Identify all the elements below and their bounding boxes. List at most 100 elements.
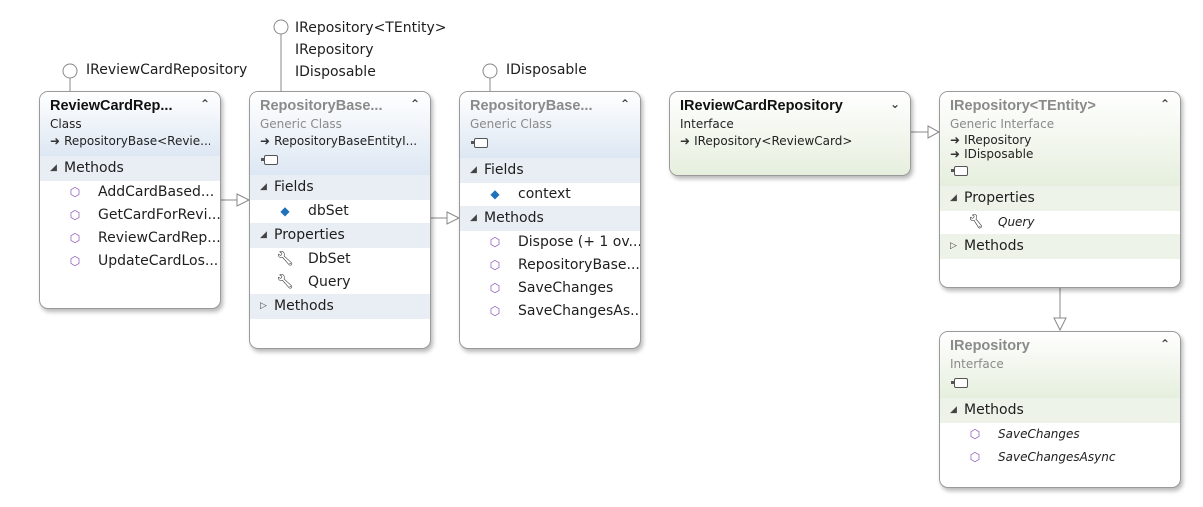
- field-item[interactable]: ◆ dbSet: [250, 200, 430, 223]
- section-methods[interactable]: ▷ Methods: [250, 294, 430, 319]
- method-item[interactable]: ⬡ SaveChanges: [460, 277, 640, 300]
- method-cube-icon: ⬡: [489, 258, 501, 272]
- section-methods[interactable]: ▷ Methods: [940, 234, 1180, 259]
- property-item[interactable]: 🔧︎ Query: [940, 211, 1180, 234]
- lollipop-label-idisposable: IDisposable: [295, 64, 376, 80]
- method-item[interactable]: ⬡ ReviewCardRep...: [40, 227, 220, 250]
- member-text: SaveChangesAs...: [518, 303, 640, 319]
- class-kind: Generic Class: [470, 117, 552, 131]
- double-chevron-up-icon[interactable]: ⌃: [408, 97, 422, 111]
- member-text: RepositoryBase...: [518, 257, 640, 273]
- inherit-arrow-icon: ➜: [680, 134, 691, 148]
- method-cube-icon: ⬡: [969, 427, 981, 441]
- triangle-down-icon: ◢: [470, 213, 477, 223]
- section-methods[interactable]: ◢ Methods: [40, 156, 220, 181]
- section-label: Properties: [964, 190, 1035, 206]
- member-text: SaveChangesAsync: [998, 450, 1116, 464]
- section-methods[interactable]: ◢ Methods: [940, 398, 1180, 423]
- interface-inherits: ➜ IRepository<ReviewCard>: [680, 133, 900, 150]
- section-label: Methods: [64, 160, 124, 176]
- member-text: Dispose (+ 1 ov...: [518, 234, 640, 250]
- double-chevron-up-icon[interactable]: ⌃: [1158, 337, 1172, 351]
- section-label: Methods: [964, 238, 1024, 254]
- method-item[interactable]: ⬡ SaveChanges: [940, 423, 1180, 446]
- method-item[interactable]: ⬡ RepositoryBase...: [460, 254, 640, 277]
- property-item[interactable]: 🔧︎ Query: [250, 271, 430, 294]
- method-cube-icon: ⬡: [69, 208, 81, 222]
- member-text: dbSet: [308, 203, 349, 219]
- member-text: SaveChanges: [518, 280, 614, 296]
- inherit-text: IRepository: [964, 133, 1032, 147]
- method-cube-icon: ⬡: [69, 254, 81, 268]
- section-label: Fields: [274, 179, 314, 195]
- method-cube-icon: ⬡: [489, 304, 501, 318]
- interface-box-irepository-tentity[interactable]: IRepository<TEntity> Generic Interface ➜…: [939, 91, 1181, 288]
- wrench-icon: 🔧︎: [276, 274, 294, 290]
- triangle-right-icon: ▷: [950, 241, 957, 251]
- class-box-repositorybase-entity[interactable]: RepositoryBase... Generic Class ➜ Reposit…: [249, 91, 431, 349]
- interface-kind: Interface: [680, 117, 734, 131]
- class-header: RepositoryBase... Generic Class ⌃: [460, 92, 640, 158]
- property-item[interactable]: 🔧︎ DbSet: [250, 248, 430, 271]
- class-inherits: ➜ RepositoryBase<Revie...: [50, 133, 210, 150]
- triangle-right-icon: ▷: [260, 301, 267, 311]
- member-text: SaveChanges: [998, 427, 1080, 441]
- class-kind: Class: [50, 117, 82, 131]
- lollipop-label-irepository: IRepository: [295, 42, 374, 58]
- method-item[interactable]: ⬡ Dispose (+ 1 ov...: [460, 231, 640, 254]
- generic-marker-icon: [260, 150, 420, 169]
- member-text: context: [518, 186, 571, 202]
- field-item[interactable]: ◆ context: [460, 183, 640, 206]
- inherit-text: RepositoryBase<Revie...: [64, 134, 210, 148]
- member-text: DbSet: [308, 251, 351, 267]
- class-inherits: ➜ RepositoryBaseEntityI...: [260, 133, 420, 150]
- interface-title: IRepository: [950, 338, 1030, 354]
- section-label: Methods: [484, 210, 544, 226]
- generic-marker-icon: [950, 373, 1170, 392]
- triangle-down-icon: ◢: [260, 230, 267, 240]
- method-cube-icon: ⬡: [489, 235, 501, 249]
- class-box-reviewcardrepository[interactable]: ReviewCardRep... Class ➜ RepositoryBase<R…: [39, 91, 221, 309]
- double-chevron-up-icon[interactable]: ⌃: [1158, 97, 1172, 111]
- wrench-icon: 🔧︎: [966, 214, 984, 230]
- double-chevron-up-icon[interactable]: ⌃: [618, 97, 632, 111]
- section-fields[interactable]: ◢ Fields: [460, 158, 640, 183]
- class-header: ReviewCardRep... Class ➜ RepositoryBase<R…: [40, 92, 220, 156]
- lollipop-label-irepository-tentity: IRepository<TEntity>: [295, 20, 447, 36]
- inherit-text: IRepository<ReviewCard>: [694, 134, 853, 148]
- section-fields[interactable]: ◢ Fields: [250, 175, 430, 200]
- method-cube-icon: ⬡: [489, 281, 501, 295]
- class-header: RepositoryBase... Generic Class ➜ Reposit…: [250, 92, 430, 175]
- interface-box-ireviewcardrepository[interactable]: IReviewCardRepository Interface ➜ IReposi…: [669, 91, 911, 176]
- interface-box-irepository[interactable]: IRepository Interface ⌃ ◢ Methods ⬡ SaveCh…: [939, 331, 1181, 488]
- section-label: Properties: [274, 227, 345, 243]
- method-item[interactable]: ⬡ SaveChangesAs...: [460, 300, 640, 323]
- section-methods[interactable]: ◢ Methods: [460, 206, 640, 231]
- generic-marker-icon: [950, 161, 1170, 180]
- interface-title: IReviewCardRepository: [680, 98, 843, 114]
- triangle-down-icon: ◢: [470, 165, 477, 175]
- class-kind: Generic Class: [260, 117, 342, 131]
- double-chevron-down-icon[interactable]: ⌄: [888, 97, 902, 111]
- generic-marker-icon: [470, 133, 630, 152]
- interface-header: IRepository<TEntity> Generic Interface ➜…: [940, 92, 1180, 186]
- method-item[interactable]: ⬡ SaveChangesAsync: [940, 446, 1180, 469]
- class-title: RepositoryBase...: [260, 98, 383, 114]
- method-item[interactable]: ⬡ GetCardForRevi...: [40, 204, 220, 227]
- class-box-repositorybase[interactable]: RepositoryBase... Generic Class ⌃ ◢ Field…: [459, 91, 641, 349]
- lollipop-label-idisposable-2: IDisposable: [506, 62, 587, 78]
- class-title: RepositoryBase...: [470, 98, 593, 114]
- section-properties[interactable]: ◢ Properties: [250, 223, 430, 248]
- member-text: GetCardForRevi...: [98, 207, 220, 223]
- method-cube-icon: ⬡: [969, 450, 981, 464]
- triangle-down-icon: ◢: [950, 405, 957, 415]
- section-properties[interactable]: ◢ Properties: [940, 186, 1180, 211]
- interface-kind: Interface: [950, 357, 1004, 371]
- method-item[interactable]: ⬡ AddCardBased...: [40, 181, 220, 204]
- double-chevron-up-icon[interactable]: ⌃: [198, 97, 212, 111]
- member-text: UpdateCardLos...: [98, 253, 219, 269]
- inherit-arrow-icon: ➜: [950, 147, 961, 161]
- method-item[interactable]: ⬡ UpdateCardLos...: [40, 250, 220, 273]
- interface-inherits: ➜ IDisposable: [950, 147, 1170, 161]
- inherit-arrow-icon: ➜: [260, 134, 271, 148]
